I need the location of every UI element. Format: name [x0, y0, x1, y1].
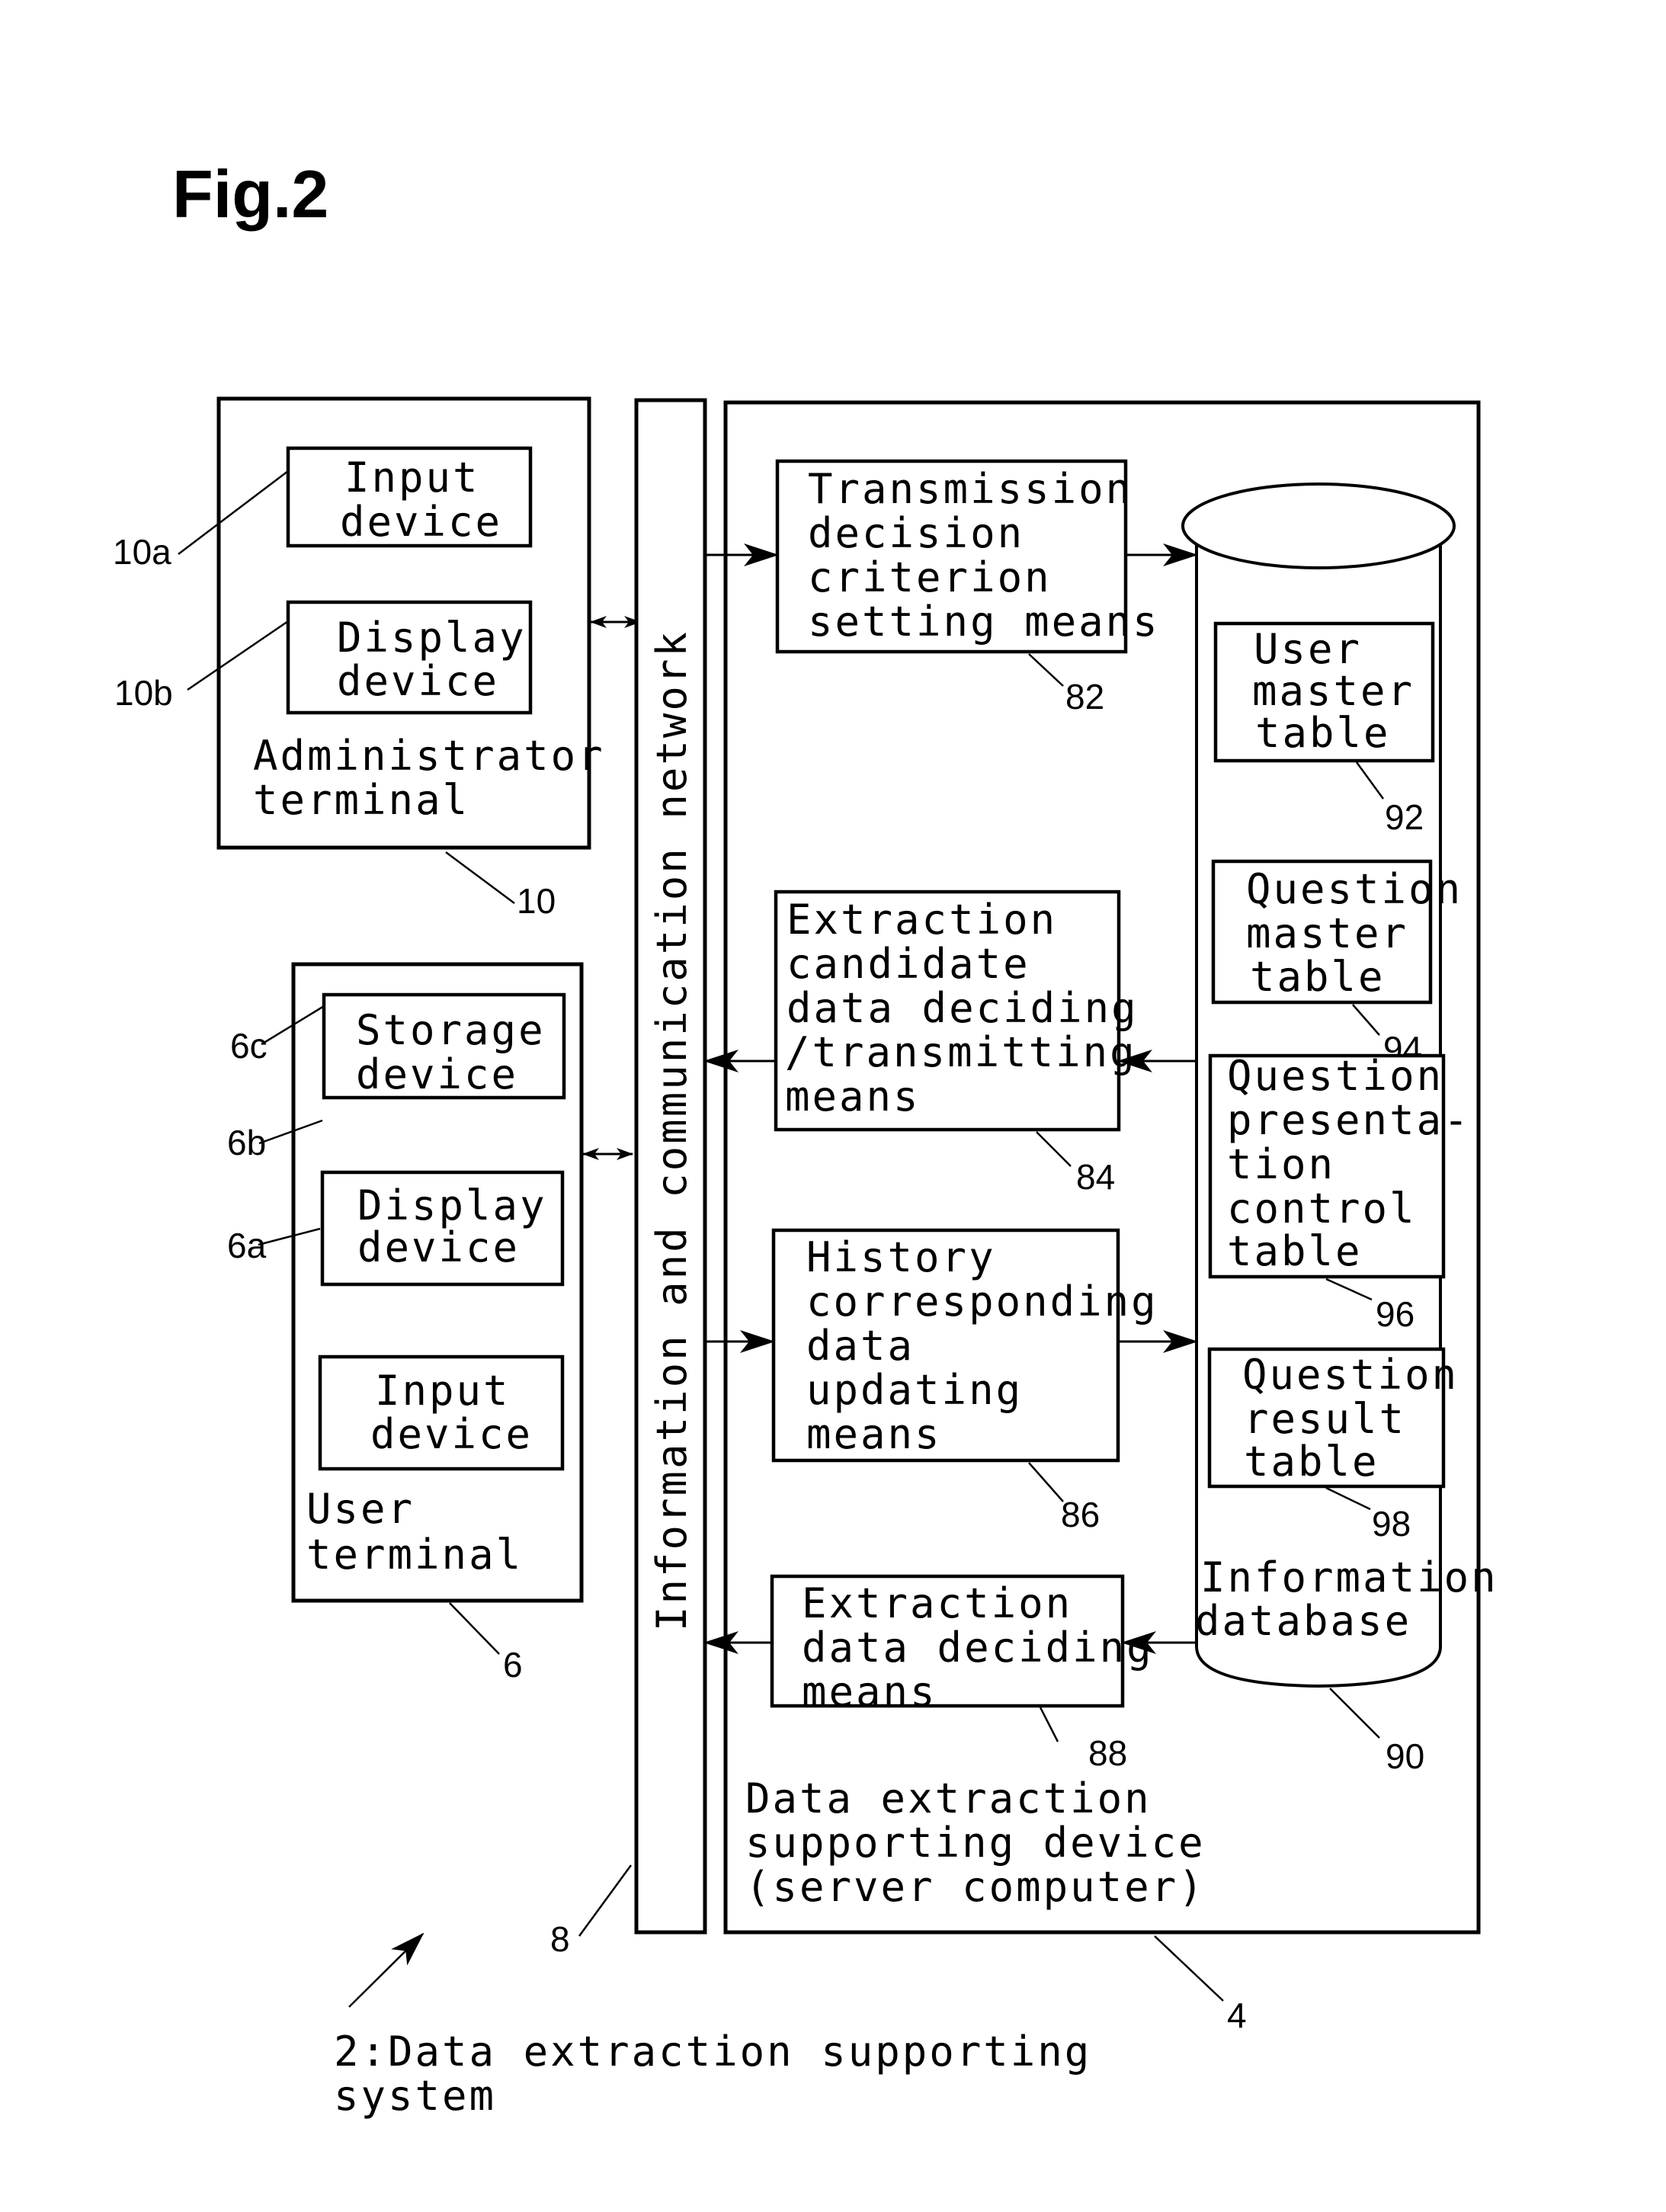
ref-82: 82: [1065, 677, 1104, 716]
ref-6: 6: [503, 1645, 523, 1685]
server-label: Data extraction supporting device (serve…: [745, 1774, 1232, 1911]
figure-title: Fig.2: [172, 156, 328, 232]
system-diagram: Fig.2 Input device Display device Admini…: [113, 156, 1496, 2120]
database-cylinder-top: [1181, 482, 1456, 569]
ref-92: 92: [1385, 797, 1424, 837]
ref-86: 86: [1061, 1495, 1100, 1534]
ref-84: 84: [1076, 1157, 1115, 1197]
leader-4: [1154, 1935, 1224, 2002]
ref-98: 98: [1372, 1504, 1411, 1544]
ref-96: 96: [1376, 1294, 1414, 1334]
ref-88: 88: [1088, 1733, 1127, 1773]
ref-10a: 10a: [113, 532, 171, 572]
leader-8: [578, 1864, 633, 1937]
network-label: Information and communication network: [648, 630, 696, 1631]
user-terminal: Storage device Display device Input devi…: [227, 962, 584, 1685]
leader-6: [449, 1602, 500, 1655]
ref-4: 4: [1227, 1996, 1247, 2035]
system-pointer-arrow: [348, 1932, 425, 2008]
ref-90: 90: [1386, 1736, 1424, 1776]
user-input-device-label: Input device: [370, 1367, 537, 1458]
ref-6c: 6c: [230, 1026, 268, 1066]
ref-8: 8: [550, 1919, 570, 1959]
ref-10b: 10b: [114, 673, 173, 713]
ref-6a: 6a: [227, 1226, 267, 1265]
ref-6b: 6b: [227, 1123, 266, 1162]
admin-input-device-label: Input device: [340, 454, 507, 546]
system-caption: 2:Data extraction supporting system: [334, 2028, 1119, 2120]
leader-10: [445, 851, 515, 905]
data-extraction-supporting-device: Transmission decision criterion setting …: [703, 400, 1496, 2035]
administrator-terminal: Input device Display device Administrato…: [113, 396, 603, 921]
ref-10: 10: [517, 881, 556, 921]
